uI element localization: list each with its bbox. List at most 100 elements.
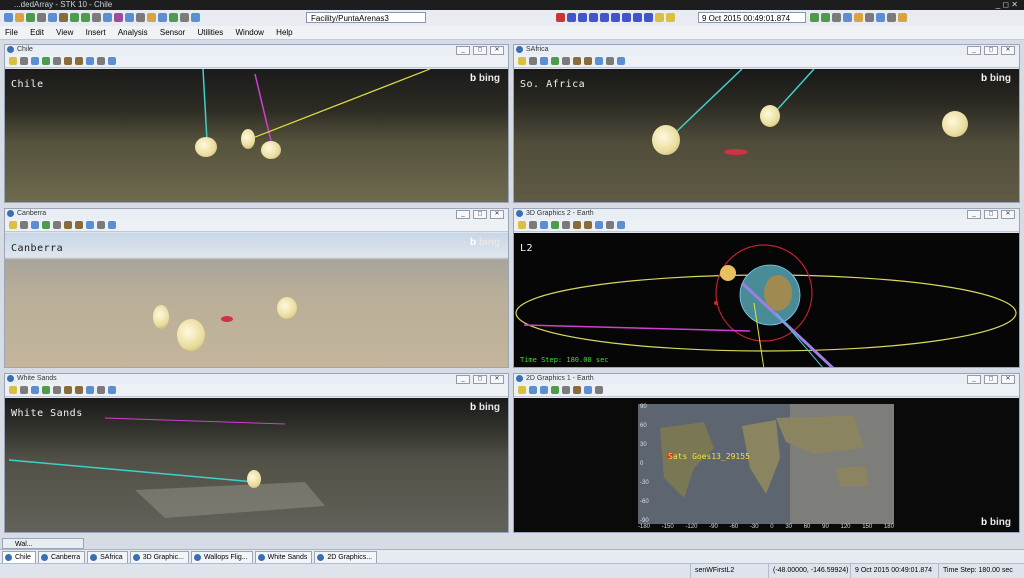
- restore-button[interactable]: ◻: [984, 46, 998, 55]
- map-view-icon[interactable]: [551, 386, 559, 394]
- bookmark-icon[interactable]: [898, 13, 907, 22]
- close-button[interactable]: ✕: [490, 375, 504, 384]
- close-button[interactable]: ✕: [1001, 210, 1015, 219]
- minimized-window[interactable]: Wal...: [2, 538, 84, 549]
- facility-icon[interactable]: [75, 221, 83, 229]
- properties-icon[interactable]: [37, 13, 46, 22]
- restore-button[interactable]: ◻: [984, 210, 998, 219]
- zoom-icon[interactable]: [31, 57, 39, 65]
- facility-icon[interactable]: [92, 13, 101, 22]
- coverage-icon[interactable]: [191, 13, 200, 22]
- satellite-icon[interactable]: [573, 221, 581, 229]
- clock-icon[interactable]: [655, 13, 664, 22]
- step-forward-icon[interactable]: [611, 13, 620, 22]
- projection-icon[interactable]: [584, 386, 592, 394]
- zoom-out-icon[interactable]: [821, 13, 830, 22]
- properties-icon[interactable]: [53, 57, 61, 65]
- slower-icon[interactable]: [622, 13, 631, 22]
- menu-edit[interactable]: Edit: [25, 26, 49, 37]
- minimize-button[interactable]: _: [456, 46, 470, 55]
- facility-icon[interactable]: [75, 386, 83, 394]
- facility-icon[interactable]: [75, 57, 83, 65]
- terrain-icon[interactable]: [108, 386, 116, 394]
- home-icon[interactable]: [518, 386, 526, 394]
- faster-icon[interactable]: [633, 13, 642, 22]
- access-icon[interactable]: [136, 13, 145, 22]
- zoom-in-icon[interactable]: [529, 386, 537, 394]
- menu-help[interactable]: Help: [271, 26, 297, 37]
- play-reverse-icon[interactable]: [578, 13, 587, 22]
- zoom-icon[interactable]: [540, 57, 548, 65]
- satellite-icon[interactable]: [573, 57, 581, 65]
- 3d-view-canberra[interactable]: Canberra bing: [5, 233, 508, 367]
- snapshot-icon[interactable]: [854, 13, 863, 22]
- time-step-icon[interactable]: [666, 13, 675, 22]
- 3d-view-safrica[interactable]: So. Africa bing: [514, 69, 1019, 202]
- satellite-icon[interactable]: [64, 386, 72, 394]
- 3d-view-earth[interactable]: L2 Time Step: 180.00 sec: [514, 233, 1019, 367]
- realtime-icon[interactable]: [644, 13, 653, 22]
- record-icon[interactable]: [865, 13, 874, 22]
- home-icon[interactable]: [9, 386, 17, 394]
- 3d-view-chile[interactable]: Chile bing: [5, 69, 508, 202]
- label-icon[interactable]: [606, 221, 614, 229]
- 2d-map-view[interactable]: Sats Goes13_29155 -180 -150 -120 -90 -60…: [514, 398, 1019, 532]
- restore-button[interactable]: ◻: [984, 375, 998, 384]
- home-icon[interactable]: [518, 221, 526, 229]
- zoom-out-icon[interactable]: [540, 386, 548, 394]
- pan-icon[interactable]: [20, 221, 28, 229]
- close-button[interactable]: ✕: [490, 210, 504, 219]
- globe-view-icon[interactable]: [551, 221, 559, 229]
- zoom-icon[interactable]: [540, 221, 548, 229]
- tile-icon[interactable]: [887, 13, 896, 22]
- terrain-icon[interactable]: [108, 221, 116, 229]
- step-back-icon[interactable]: [567, 13, 576, 22]
- minimize-button[interactable]: _: [967, 375, 981, 384]
- map-icon[interactable]: [147, 13, 156, 22]
- menu-insert[interactable]: Insert: [81, 26, 111, 37]
- layout-icon[interactable]: [876, 13, 885, 22]
- chain-icon[interactable]: [169, 13, 178, 22]
- arrow-down-icon[interactable]: [70, 13, 79, 22]
- current-time-field[interactable]: 9 Oct 2015 00:49:01.874: [698, 12, 806, 23]
- facility-icon[interactable]: [584, 221, 592, 229]
- restore-button[interactable]: ◻: [473, 375, 487, 384]
- object-selector[interactable]: Facility/PuntaArenas3: [306, 12, 426, 23]
- properties-icon[interactable]: [562, 386, 570, 394]
- properties-icon[interactable]: [562, 57, 570, 65]
- pan-icon[interactable]: [529, 221, 537, 229]
- refresh-icon[interactable]: [832, 13, 841, 22]
- 3d-view-white-sands[interactable]: White Sands bing: [5, 398, 508, 532]
- minimize-button[interactable]: _: [967, 210, 981, 219]
- open-icon[interactable]: [15, 13, 24, 22]
- globe-view-icon[interactable]: [42, 386, 50, 394]
- pause-icon[interactable]: [589, 13, 598, 22]
- minimize-button[interactable]: _: [456, 210, 470, 219]
- zoom-icon[interactable]: [31, 386, 39, 394]
- restore-button[interactable]: ◻: [473, 210, 487, 219]
- sensor-icon[interactable]: [595, 57, 603, 65]
- facility-icon[interactable]: [584, 57, 592, 65]
- terrain-icon[interactable]: [108, 57, 116, 65]
- menu-sensor[interactable]: Sensor: [155, 26, 190, 37]
- save-icon[interactable]: [26, 13, 35, 22]
- minimize-button[interactable]: _: [967, 46, 981, 55]
- label-icon[interactable]: [606, 57, 614, 65]
- satellite-icon[interactable]: [64, 57, 72, 65]
- close-button[interactable]: ✕: [1001, 375, 1015, 384]
- grid-icon[interactable]: [573, 386, 581, 394]
- satellite-icon[interactable]: [59, 13, 68, 22]
- vehicle-icon[interactable]: [158, 13, 167, 22]
- home-view-icon[interactable]: [843, 13, 852, 22]
- menu-view[interactable]: View: [51, 26, 78, 37]
- globe-icon[interactable]: [595, 386, 603, 394]
- minimize-button[interactable]: _: [456, 375, 470, 384]
- pan-icon[interactable]: [20, 386, 28, 394]
- sensor-icon[interactable]: [86, 57, 94, 65]
- globe-view-icon[interactable]: [551, 57, 559, 65]
- reset-icon[interactable]: [556, 13, 565, 22]
- restore-button[interactable]: ◻: [473, 46, 487, 55]
- pan-icon[interactable]: [20, 57, 28, 65]
- globe-view-icon[interactable]: [42, 57, 50, 65]
- close-button[interactable]: ✕: [1001, 46, 1015, 55]
